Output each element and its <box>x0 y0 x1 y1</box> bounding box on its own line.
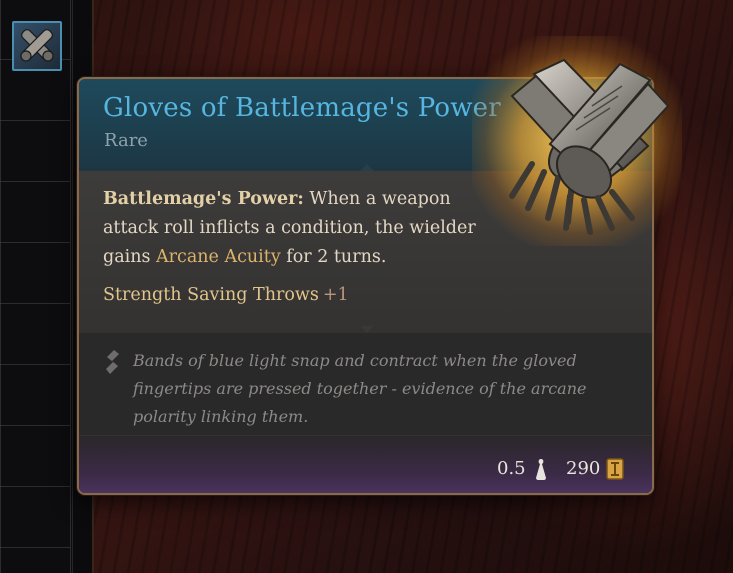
weight-icon <box>536 459 546 480</box>
lore-quill-icon <box>106 350 119 374</box>
passive-description: Battlemage's Power: When a weapon attack… <box>103 185 493 272</box>
item-art <box>472 36 682 246</box>
gauntlets-icon <box>20 29 54 62</box>
stat-bonus-label: Strength Saving Throws <box>103 285 319 305</box>
item-price: 290 <box>566 458 601 479</box>
lore-text: Bands of blue light snap and contract wh… <box>133 351 587 426</box>
inventory-grid <box>0 0 71 573</box>
item-weight: 0.5 <box>497 458 526 479</box>
passive-text-after: for 2 turns. <box>280 247 387 267</box>
item-name: Gloves of Battlemage's Power <box>103 93 501 123</box>
inventory-slot-gloves[interactable] <box>12 21 62 71</box>
gauntlets-icon <box>509 58 670 235</box>
lore-section: Bands of blue light snap and contract wh… <box>79 333 652 435</box>
item-rarity: Rare <box>104 130 148 151</box>
stat-bonus: Strength Saving Throws +1 <box>103 285 349 305</box>
passive-name: Battlemage's Power: <box>103 189 304 209</box>
condition-link-arcane-acuity[interactable]: Arcane Acuity <box>156 247 281 267</box>
stat-bonus-value: +1 <box>322 285 349 305</box>
gold-coin-icon <box>606 458 624 480</box>
tooltip-footer: 0.5 290 <box>79 435 652 493</box>
